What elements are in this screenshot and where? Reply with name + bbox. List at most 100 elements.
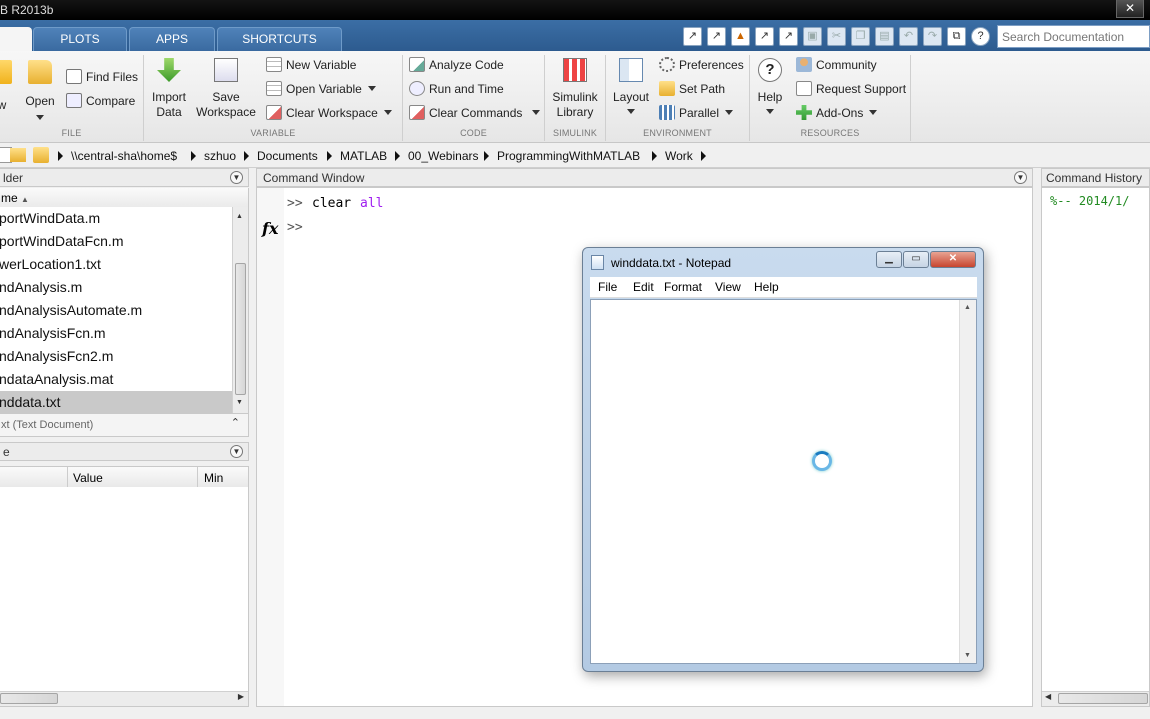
parallel-button[interactable]: Parallel: [659, 105, 734, 120]
workspace-column-header: Value Min: [0, 466, 249, 488]
list-item[interactable]: ndAnalysisFcn2.m: [0, 345, 113, 368]
preferences-button[interactable]: Preferences: [659, 57, 744, 72]
quick-access-arrow2-icon[interactable]: ↗: [707, 27, 726, 46]
tab-apps[interactable]: APPS: [129, 27, 215, 51]
import-data-button[interactable]: Import Data: [148, 58, 190, 120]
save-workspace-button[interactable]: Save Workspace: [196, 58, 256, 120]
help-icon[interactable]: ?: [971, 27, 990, 46]
list-item-selected[interactable]: nddata.txt: [0, 391, 232, 413]
breadcrumb-item[interactable]: MATLAB: [340, 149, 387, 163]
command-gutter: [257, 188, 284, 706]
breadcrumb-item[interactable]: szhuo: [204, 149, 236, 163]
simulink-library-button[interactable]: Simulink Library: [550, 58, 600, 120]
new-button[interactable]: w: [0, 60, 12, 112]
list-item[interactable]: portWindData.m: [0, 207, 100, 230]
history-hscrollbar[interactable]: ◀: [1042, 691, 1149, 706]
scroll-left-icon[interactable]: ◀: [1045, 692, 1051, 701]
import-arrow-icon: [157, 58, 181, 82]
scroll-down-icon[interactable]: ▼: [964, 652, 971, 659]
command-history-panel[interactable]: %-- 2014/1/ ◀: [1041, 187, 1150, 707]
set-path-button[interactable]: Set Path: [659, 81, 725, 96]
scrollbar-thumb[interactable]: [235, 263, 246, 395]
menu-format[interactable]: Format: [664, 280, 702, 294]
scroll-up-icon[interactable]: ▲: [964, 304, 971, 311]
workspace-hscrollbar[interactable]: ▶: [0, 691, 248, 706]
quick-access-plot-icon[interactable]: ▲: [731, 27, 750, 46]
run-and-time-button[interactable]: Run and Time: [409, 81, 504, 96]
maximize-button[interactable]: ▭: [903, 251, 929, 268]
open-variable-button[interactable]: Open Variable: [266, 81, 376, 96]
path-separator-icon: [58, 151, 63, 161]
find-files-button[interactable]: Find Files: [66, 69, 138, 84]
breadcrumb-item[interactable]: ProgrammingWithMATLAB: [497, 149, 640, 163]
tab-plots[interactable]: PLOTS: [33, 27, 127, 51]
scroll-right-icon[interactable]: ▶: [238, 692, 244, 701]
minimize-button[interactable]: ▁: [876, 251, 902, 268]
scroll-down-icon[interactable]: ▼: [236, 399, 243, 406]
title-bar: B R2013b ✕: [0, 0, 1150, 20]
value-column-label[interactable]: Value: [73, 471, 103, 485]
parallel-dropdown-icon: [725, 110, 734, 115]
code-group-label: CODE: [460, 128, 487, 138]
copy-icon[interactable]: ❐: [851, 27, 870, 46]
clear-commands-button[interactable]: Clear Commands: [409, 105, 541, 120]
open-button[interactable]: Open: [22, 60, 58, 126]
cut-icon[interactable]: ✂: [827, 27, 846, 46]
clear-workspace-button[interactable]: Clear Workspace: [266, 105, 392, 120]
undo-icon[interactable]: ↶: [899, 27, 918, 46]
layout-button[interactable]: Layout: [610, 58, 652, 120]
add-ons-icon: [796, 105, 812, 120]
window-close-button[interactable]: ✕: [1116, 0, 1144, 18]
scrollbar-thumb[interactable]: [0, 693, 58, 704]
paste-icon[interactable]: ▤: [875, 27, 894, 46]
quick-access-arrow-icon[interactable]: ↗: [683, 27, 702, 46]
menu-view[interactable]: View: [715, 280, 741, 294]
panel-menu-icon[interactable]: ▼: [230, 445, 243, 458]
list-item[interactable]: ndAnalysisFcn.m: [0, 322, 106, 345]
list-item[interactable]: ndAnalysisAutomate.m: [0, 299, 142, 322]
list-item[interactable]: ndAnalysis.m: [0, 276, 82, 299]
path-separator-icon: [395, 151, 400, 161]
root-folder-icon[interactable]: [33, 147, 49, 163]
history-entry[interactable]: %-- 2014/1/: [1050, 194, 1129, 208]
quick-access-open-icon[interactable]: ↗: [755, 27, 774, 46]
panel-menu-icon[interactable]: ▼: [230, 171, 243, 184]
scrollbar-thumb[interactable]: [1058, 693, 1148, 704]
breadcrumb-item[interactable]: \\central-sha\home$: [71, 149, 177, 163]
community-button[interactable]: Community: [796, 57, 877, 72]
list-item[interactable]: ndataAnalysis.mat: [0, 368, 113, 391]
new-variable-button[interactable]: New Variable: [266, 57, 356, 72]
tab-shortcuts[interactable]: SHORTCUTS: [217, 27, 342, 51]
function-browser-icon[interactable]: fx: [262, 219, 278, 238]
compare-button[interactable]: Compare: [66, 93, 135, 108]
notepad-window[interactable]: winddata.txt - Notepad ▁ ▭ ✕ File Edit F…: [582, 247, 984, 672]
menu-file[interactable]: File: [598, 280, 617, 294]
breadcrumb-item[interactable]: Documents: [257, 149, 318, 163]
panel-menu-icon[interactable]: ▼: [1014, 171, 1027, 184]
notepad-close-button[interactable]: ✕: [930, 251, 976, 268]
request-support-button[interactable]: Request Support: [796, 81, 906, 96]
analyze-code-button[interactable]: Analyze Code: [409, 57, 504, 72]
redo-icon[interactable]: ↷: [923, 27, 942, 46]
add-ons-button[interactable]: Add-Ons: [796, 105, 878, 120]
notepad-text-area[interactable]: ▲ ▼: [590, 299, 977, 664]
list-item[interactable]: portWindDataFcn.m: [0, 230, 123, 253]
breadcrumb-item[interactable]: 00_Webinars: [408, 149, 479, 163]
min-column-label[interactable]: Min: [204, 471, 223, 485]
scroll-up-icon[interactable]: ▲: [236, 213, 243, 220]
notepad-scrollbar[interactable]: ▲ ▼: [959, 300, 976, 663]
folder-scrollbar[interactable]: ▲ ▼: [232, 207, 248, 413]
help-button[interactable]: ? Help: [754, 58, 786, 120]
breadcrumb-item[interactable]: Work: [665, 149, 693, 163]
quick-access-new-icon[interactable]: ↗: [779, 27, 798, 46]
menu-help[interactable]: Help: [754, 280, 779, 294]
menu-edit[interactable]: Edit: [633, 280, 654, 294]
switch-windows-icon[interactable]: ⧉: [947, 27, 966, 46]
details-bar[interactable]: xt (Text Document) ⌃: [0, 414, 249, 437]
up-folder-icon[interactable]: [10, 148, 26, 162]
save-icon[interactable]: ▣: [803, 27, 822, 46]
details-collapse-icon[interactable]: ⌃: [231, 416, 240, 429]
search-documentation-input[interactable]: Search Documentation: [997, 25, 1150, 48]
list-item[interactable]: werLocation1.txt: [0, 253, 101, 276]
tab-home[interactable]: [0, 27, 32, 51]
